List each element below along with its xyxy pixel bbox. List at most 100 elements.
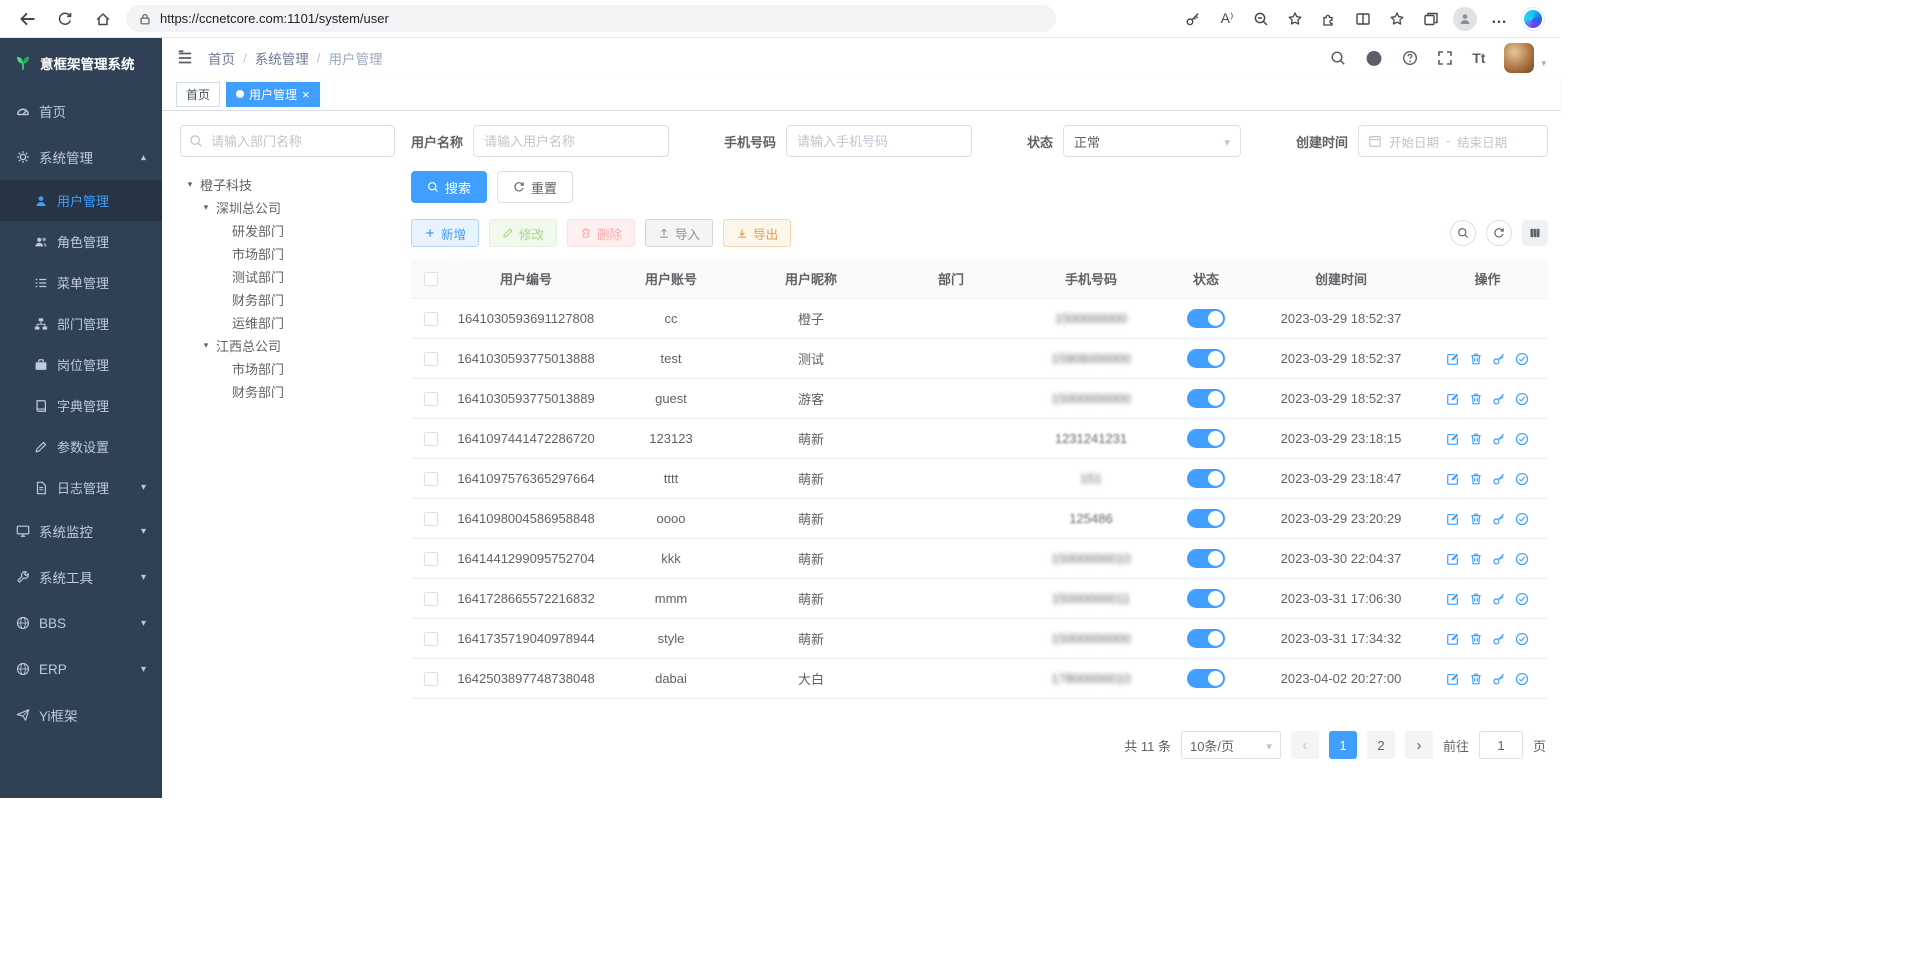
reset-button[interactable]: 重置 [497,171,573,203]
sidebar-item-depts[interactable]: 部门管理 [0,303,162,344]
tree-node[interactable]: 研发部门 [180,219,395,242]
sidebar-item-dict[interactable]: 字典管理 [0,385,162,426]
tree-node[interactable]: 测试部门 [180,265,395,288]
status-toggle[interactable] [1187,629,1225,648]
status-toggle[interactable] [1187,389,1225,408]
row-reset-password-icon[interactable] [1492,592,1506,606]
row-checkbox[interactable] [424,472,438,486]
row-checkbox[interactable] [424,592,438,606]
goto-page-input[interactable] [1479,731,1523,759]
status-toggle[interactable] [1187,549,1225,568]
column-settings-icon[interactable] [1522,220,1548,246]
user-avatar[interactable] [1504,43,1534,73]
read-aloud-icon[interactable] [1212,4,1242,34]
breadcrumb-home[interactable]: 首页 [208,48,235,68]
sidebar-item-home[interactable]: 首页 [0,88,162,134]
collapse-sidebar-icon[interactable] [176,49,194,67]
help-icon[interactable] [1402,50,1418,66]
date-end-placeholder[interactable]: 结束日期 [1457,132,1507,151]
tree-node[interactable]: 橙子科技 [180,173,395,196]
close-icon[interactable] [302,87,310,102]
row-edit-icon[interactable] [1446,352,1460,366]
export-button[interactable]: 导出 [723,219,791,247]
row-edit-icon[interactable] [1446,672,1460,686]
sidebar-item-erp[interactable]: ERP [0,646,162,692]
row-reset-password-icon[interactable] [1492,512,1506,526]
row-reset-password-icon[interactable] [1492,392,1506,406]
sidebar-item-params[interactable]: 参数设置 [0,426,162,467]
sidebar-item-roles[interactable]: 角色管理 [0,221,162,262]
copilot-icon[interactable] [1518,4,1548,34]
row-reset-password-icon[interactable] [1492,472,1506,486]
row-assign-role-icon[interactable] [1515,472,1529,486]
dept-search-input[interactable] [180,125,395,157]
row-checkbox[interactable] [424,512,438,526]
sidebar-item-yi-framework[interactable]: Yi框架 [0,692,162,738]
row-checkbox[interactable] [424,432,438,446]
caret-down-icon[interactable] [200,202,212,213]
page-button-1[interactable]: 1 [1329,731,1357,759]
prev-page-button[interactable] [1291,731,1319,759]
split-screen-icon[interactable] [1348,4,1378,34]
browser-profile-avatar[interactable] [1450,4,1480,34]
search-icon[interactable] [1330,50,1346,66]
refresh-table-icon[interactable] [1486,220,1512,246]
row-assign-role-icon[interactable] [1515,432,1529,446]
row-assign-role-icon[interactable] [1515,672,1529,686]
row-delete-icon[interactable] [1469,472,1483,486]
row-delete-icon[interactable] [1469,352,1483,366]
status-select[interactable]: 正常 [1063,125,1241,157]
extensions-icon[interactable] [1314,4,1344,34]
caret-down-icon[interactable] [184,179,196,190]
breadcrumb-system[interactable]: 系统管理 [255,48,309,68]
row-delete-icon[interactable] [1469,432,1483,446]
row-edit-icon[interactable] [1446,512,1460,526]
date-range-picker[interactable]: 开始日期 - 结束日期 [1358,125,1548,157]
row-checkbox[interactable] [424,312,438,326]
row-assign-role-icon[interactable] [1515,352,1529,366]
tree-node[interactable]: 财务部门 [180,288,395,311]
github-icon[interactable] [1365,49,1383,67]
row-assign-role-icon[interactable] [1515,392,1529,406]
row-checkbox[interactable] [424,632,438,646]
status-toggle[interactable] [1187,429,1225,448]
tag-user-management[interactable]: 用户管理 [226,82,320,107]
sidebar-item-logs[interactable]: 日志管理 [0,467,162,508]
row-delete-icon[interactable] [1469,512,1483,526]
url-text[interactable]: https://ccnetcore.com:1101/system/user [160,11,389,26]
edit-button[interactable]: 修改 [489,219,557,247]
favorites-bar-icon[interactable] [1382,4,1412,34]
zoom-icon[interactable] [1246,4,1276,34]
row-edit-icon[interactable] [1446,392,1460,406]
phone-input[interactable] [786,125,972,157]
row-checkbox[interactable] [424,672,438,686]
browser-menu-icon[interactable] [1484,4,1514,34]
row-reset-password-icon[interactable] [1492,632,1506,646]
collections-icon[interactable] [1416,4,1446,34]
browser-home-button[interactable] [88,4,118,34]
back-button[interactable] [12,4,42,34]
date-start-placeholder[interactable]: 开始日期 [1389,132,1439,151]
refresh-button[interactable] [50,4,80,34]
add-button[interactable]: 新增 [411,219,479,247]
page-button-2[interactable]: 2 [1367,731,1395,759]
row-edit-icon[interactable] [1446,552,1460,566]
username-input[interactable] [473,125,669,157]
tree-node[interactable]: 运维部门 [180,311,395,334]
next-page-button[interactable] [1405,731,1433,759]
caret-down-icon[interactable] [200,340,212,351]
row-edit-icon[interactable] [1446,632,1460,646]
page-size-select[interactable]: 10条/页 [1181,731,1281,759]
row-checkbox[interactable] [424,552,438,566]
row-delete-icon[interactable] [1469,592,1483,606]
tree-node[interactable]: 江西总公司 [180,334,395,357]
sidebar-item-menus[interactable]: 菜单管理 [0,262,162,303]
delete-button[interactable]: 删除 [567,219,635,247]
status-toggle[interactable] [1187,589,1225,608]
row-checkbox[interactable] [424,392,438,406]
toggle-search-icon[interactable] [1450,220,1476,246]
import-button[interactable]: 导入 [645,219,713,247]
select-all-checkbox[interactable] [424,272,438,286]
sidebar-item-bbs[interactable]: BBS [0,600,162,646]
sidebar-item-monitor[interactable]: 系统监控 [0,508,162,554]
